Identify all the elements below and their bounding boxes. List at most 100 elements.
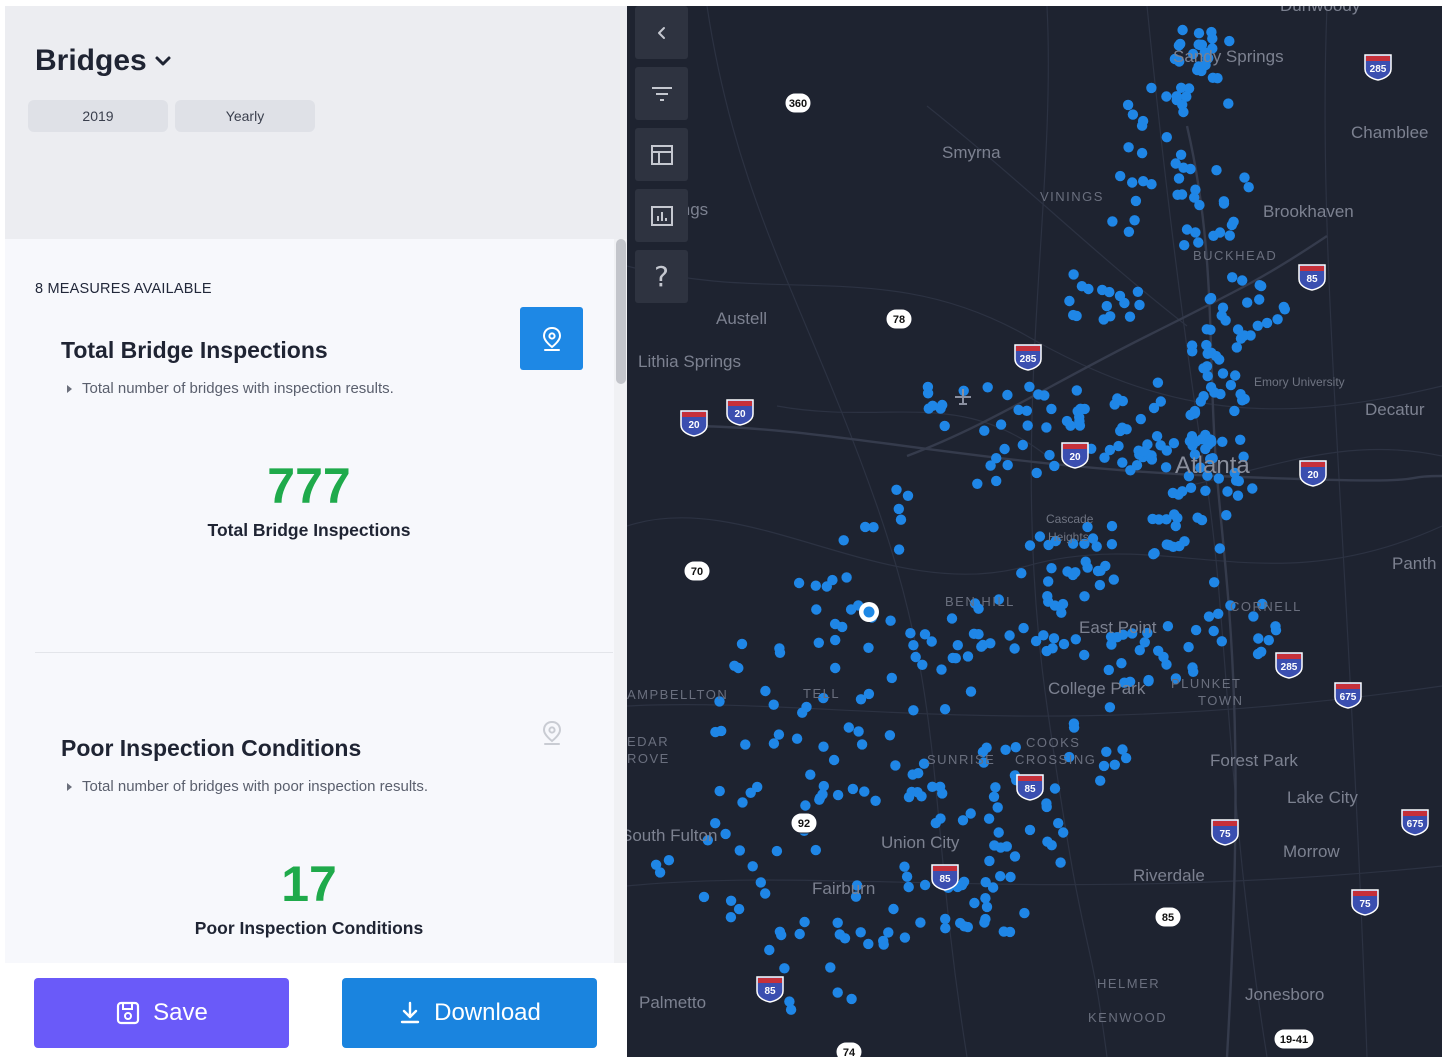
bridge-marker[interactable] [962, 651, 974, 662]
bridge-marker[interactable] [734, 845, 745, 856]
bridge-marker[interactable] [1148, 402, 1160, 414]
bridge-marker[interactable] [1261, 317, 1273, 329]
bridge-marker[interactable] [1018, 622, 1029, 634]
bridge-marker[interactable] [855, 694, 867, 705]
bridge-marker[interactable] [779, 963, 790, 974]
bridge-marker[interactable] [1058, 638, 1070, 650]
bridge-marker[interactable] [1103, 664, 1114, 676]
bridge-marker[interactable] [654, 867, 666, 878]
bridge-marker[interactable] [843, 722, 854, 733]
bridge-marker[interactable] [972, 478, 983, 489]
bridge-marker[interactable] [1042, 591, 1053, 602]
bridge-marker[interactable] [1104, 702, 1116, 713]
bridge-marker[interactable] [1237, 275, 1248, 286]
bridge-marker[interactable] [989, 840, 1000, 851]
bridge-marker[interactable] [1203, 611, 1215, 622]
bridge-marker[interactable] [813, 637, 824, 648]
bridge-marker[interactable] [995, 419, 1007, 430]
bridge-marker[interactable] [1178, 106, 1189, 118]
bridge-marker[interactable] [940, 913, 951, 925]
bridge-marker[interactable] [1207, 72, 1219, 84]
bridge-marker[interactable] [923, 403, 934, 414]
bridge-marker[interactable] [1223, 98, 1234, 109]
bridge-marker[interactable] [811, 604, 822, 615]
bridge-marker[interactable] [1239, 172, 1250, 183]
bridge-marker[interactable] [791, 733, 803, 744]
bridge-marker[interactable] [853, 726, 864, 737]
bridge-marker[interactable] [1193, 28, 1205, 39]
bridge-marker[interactable] [1192, 512, 1203, 523]
bridge-marker[interactable] [1254, 294, 1265, 305]
bridge-marker[interactable] [917, 659, 928, 670]
year-chip[interactable]: 2019 [28, 100, 168, 132]
bridge-marker[interactable] [747, 861, 758, 872]
bridge-marker[interactable] [1049, 460, 1060, 472]
save-button[interactable]: Save [34, 978, 289, 1048]
bridge-marker[interactable] [1116, 658, 1127, 669]
measure-description[interactable]: Total number of bridges with inspection … [67, 380, 394, 397]
bridge-marker[interactable] [1162, 621, 1174, 632]
bridge-marker[interactable] [927, 781, 938, 792]
bridge-marker[interactable] [1227, 272, 1238, 283]
bridge-marker[interactable] [755, 877, 766, 888]
bridge-marker[interactable] [1109, 399, 1120, 410]
bridge-marker[interactable] [1209, 577, 1220, 588]
bridge-marker[interactable] [1122, 99, 1134, 111]
bridge-marker[interactable] [1178, 162, 1189, 173]
bridge-marker[interactable] [919, 879, 931, 891]
bridge-marker[interactable] [922, 381, 934, 393]
bridge-marker[interactable] [939, 420, 950, 432]
bridge-marker[interactable] [1016, 568, 1027, 579]
bridge-marker[interactable] [891, 484, 902, 495]
bridge-marker[interactable] [1034, 531, 1046, 542]
bridge-marker[interactable] [969, 897, 980, 909]
bridge-marker[interactable] [1203, 439, 1214, 450]
bridge-marker[interactable] [838, 535, 849, 546]
bridge-marker[interactable] [902, 490, 914, 501]
bridge-marker[interactable] [1232, 324, 1244, 335]
bridge-marker[interactable] [859, 786, 870, 797]
bridge-marker[interactable] [1173, 173, 1185, 184]
bridge-marker[interactable] [998, 926, 1009, 937]
bridge-marker[interactable] [1017, 439, 1028, 451]
bridge-marker[interactable] [1224, 35, 1235, 47]
bridge-marker[interactable] [1134, 299, 1145, 311]
bridge-marker[interactable] [1232, 490, 1244, 501]
bridge-marker[interactable] [740, 739, 751, 750]
bridge-marker[interactable] [1256, 280, 1267, 292]
filter-button[interactable] [635, 67, 688, 120]
bridge-marker[interactable] [1113, 440, 1124, 452]
bridge-marker[interactable] [1272, 314, 1283, 325]
bridge-marker[interactable] [1024, 824, 1036, 836]
bridge-marker[interactable] [817, 789, 828, 800]
bridge-marker[interactable] [773, 729, 785, 740]
bridge-marker[interactable] [1106, 520, 1118, 532]
bridge-marker[interactable] [776, 929, 787, 941]
bridge-marker[interactable] [893, 503, 904, 515]
bridge-marker[interactable] [946, 613, 958, 624]
bridge-marker[interactable] [1200, 485, 1211, 496]
bridge-marker[interactable] [1243, 182, 1254, 193]
bridge-marker[interactable] [1123, 142, 1134, 153]
bridge-marker[interactable] [860, 521, 871, 533]
bridge-marker[interactable] [984, 855, 995, 867]
bridge-marker[interactable] [1101, 300, 1112, 312]
bridge-marker[interactable] [1104, 286, 1115, 298]
bridge-marker[interactable] [983, 813, 995, 824]
bridge-marker[interactable] [1160, 462, 1172, 473]
bridge-marker[interactable] [1253, 633, 1264, 644]
bridge-marker[interactable] [1065, 420, 1076, 431]
bridge-marker[interactable] [965, 808, 976, 819]
bridge-marker[interactable] [1235, 333, 1247, 344]
bridge-marker[interactable] [901, 871, 913, 882]
bridge-marker[interactable] [1190, 624, 1202, 636]
bridge-marker[interactable] [1146, 82, 1157, 94]
bridge-marker[interactable] [841, 572, 852, 583]
bridge-marker[interactable] [863, 938, 874, 950]
bridge-marker[interactable] [1214, 227, 1226, 238]
bridge-marker[interactable] [884, 730, 896, 741]
bridge-marker[interactable] [1076, 281, 1088, 292]
bridge-marker[interactable] [863, 642, 874, 653]
bridge-marker[interactable] [937, 788, 948, 799]
bridge-marker[interactable] [1198, 391, 1209, 402]
